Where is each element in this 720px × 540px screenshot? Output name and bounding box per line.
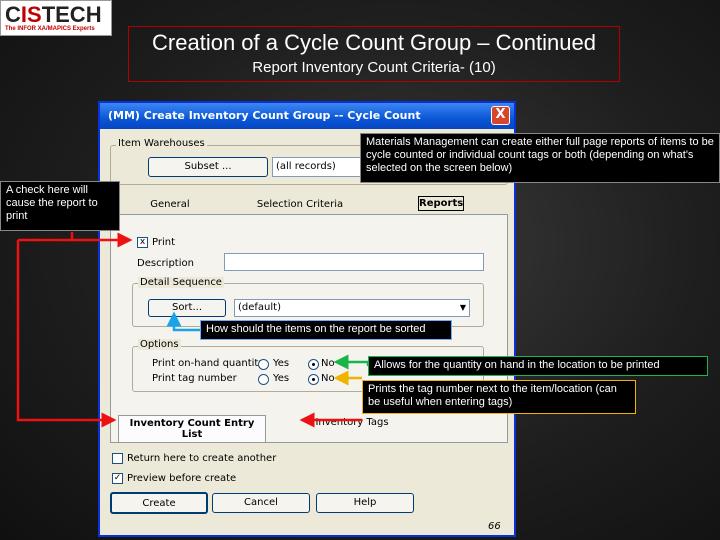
slide-title: Creation of a Cycle Count Group – Contin… [152,30,596,55]
tab-selection-criteria[interactable]: Selection Criteria [250,199,350,210]
subset-value-field[interactable]: (all records) [272,157,362,177]
page-number: 66 [488,521,501,532]
callout-materials-management: Materials Management can create either f… [360,133,720,183]
preview-label: Preview before create [127,473,237,484]
cistech-logo: CISTECH The INFOR XA/MAPICS Experts [0,0,112,36]
logo-tagline: The INFOR XA/MAPICS Experts [5,26,95,32]
help-button[interactable]: Help [316,493,414,513]
logo-wordmark: CISTECH [5,2,102,27]
preview-checkbox[interactable]: ✓ [112,473,123,484]
print-label: Print [152,237,176,248]
options-label: Options [138,339,181,350]
print-checkbox[interactable]: x [137,237,148,248]
tag-no-radio[interactable] [308,374,319,385]
return-here-label: Return here to create another [127,453,277,464]
onhand-no-radio[interactable] [308,359,319,370]
tab-reports[interactable]: Reports [418,196,464,211]
description-label: Description [137,258,194,269]
onhand-yes-label: Yes [273,358,290,369]
onhand-yes-radio[interactable] [258,359,269,370]
item-warehouses-label: Item Warehouses [116,138,207,149]
callout-tag-number: Prints the tag number next to the item/l… [362,380,636,414]
close-button[interactable]: X [491,106,510,125]
detail-sequence-label: Detail Sequence [138,277,224,288]
tag-yes-label: Yes [273,373,290,384]
subset-button[interactable]: Subset ... [148,157,268,177]
tag-yes-radio[interactable] [258,374,269,385]
dialog-titlebar: (MM) Create Inventory Count Group -- Cyc… [100,103,514,129]
slide-subtitle: Report Inventory Count Criteria- (10) [252,59,496,76]
dialog-title: (MM) Create Inventory Count Group -- Cyc… [108,109,421,122]
onhand-no-label: No [321,358,335,369]
return-here-checkbox[interactable] [112,453,123,464]
cancel-button[interactable]: Cancel [212,493,310,513]
callout-sort-order: How should the items on the report be so… [200,320,452,340]
tab-general[interactable]: General [140,199,200,210]
sort-select[interactable]: (default) ▼ [234,299,470,317]
print-tag-label: Print tag number [152,373,237,384]
subtab-inventory-tags[interactable]: Inventory Tags [308,417,396,428]
tag-no-label: No [321,373,335,384]
sort-select-value: (default) [238,302,281,313]
description-input[interactable] [224,253,484,271]
subtab-inventory-count-entry-list[interactable]: Inventory Count Entry List [118,415,266,442]
chevron-down-icon: ▼ [459,303,466,312]
create-button[interactable]: Create [110,492,208,514]
print-onhand-label: Print on-hand quantity [152,358,265,369]
sort-button[interactable]: Sort... [148,299,226,317]
callout-onhand-quantity: Allows for the quantity on hand in the l… [368,356,708,376]
callout-check-to-print: A check here will cause the report to pr… [0,181,120,231]
slide-title-box: Creation of a Cycle Count Group – Contin… [128,26,620,82]
